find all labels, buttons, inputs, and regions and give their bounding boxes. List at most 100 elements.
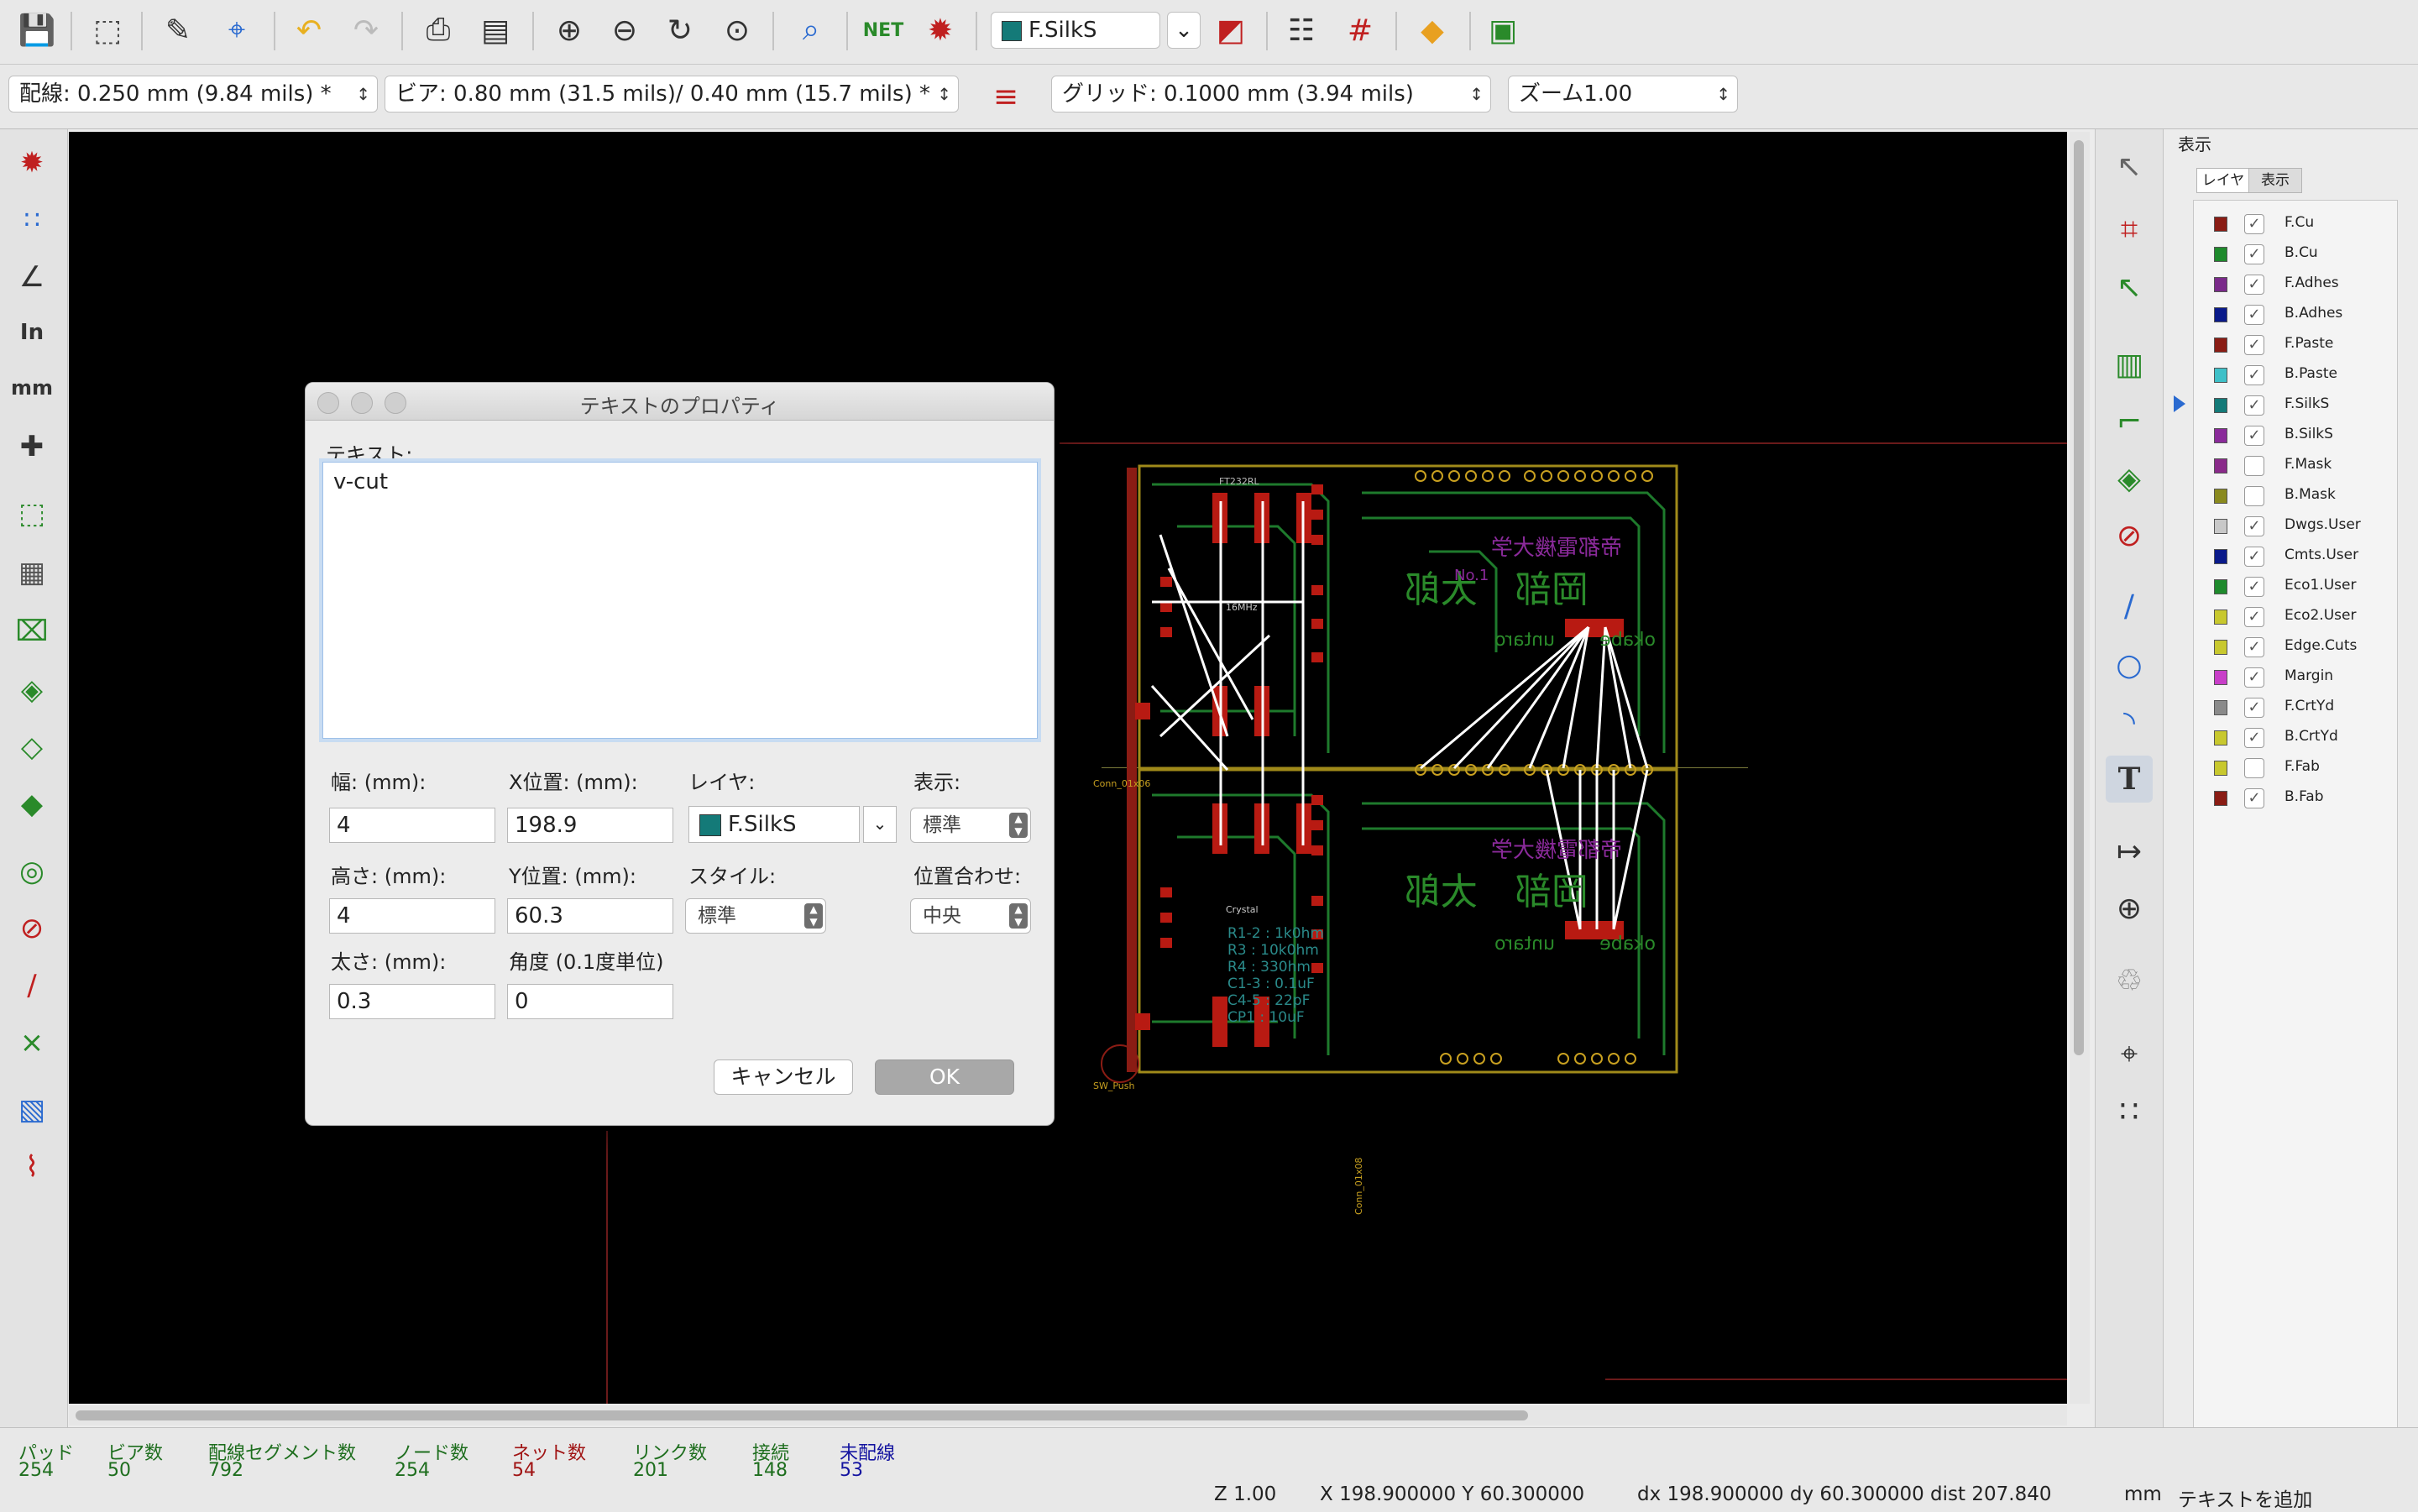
- layer-color-swatch[interactable]: [2214, 791, 2227, 806]
- polar-coords-icon[interactable]: ∠: [8, 254, 55, 301]
- layer-color-swatch[interactable]: [2214, 519, 2227, 534]
- layer-visibility-checkbox[interactable]: ✓: [2244, 426, 2264, 446]
- undo-icon[interactable]: ↶: [287, 8, 331, 52]
- track-mode-icon[interactable]: ≡: [984, 75, 1028, 118]
- add-text-icon[interactable]: T: [2106, 756, 2153, 803]
- add-footprint-icon[interactable]: ▥: [2106, 341, 2153, 388]
- scroll-thumb[interactable]: [2074, 140, 2084, 1055]
- layer-visibility-checkbox[interactable]: ✓: [2244, 728, 2264, 748]
- zone-outline-icon[interactable]: ◇: [8, 724, 55, 771]
- layer-row[interactable]: ✓ F.Paste: [2194, 330, 2395, 357]
- layer-row[interactable]: ✓ Cmts.User: [2194, 541, 2395, 568]
- layer-visibility-checkbox[interactable]: ✓: [2244, 788, 2264, 808]
- track-sketch-icon[interactable]: ∕: [8, 962, 55, 1009]
- save-icon[interactable]: 💾: [15, 8, 59, 52]
- layer-visibility-checkbox[interactable]: ✓: [2244, 365, 2264, 385]
- justify-select[interactable]: 中央 ▲ ▼: [910, 898, 1031, 934]
- page-settings-icon[interactable]: ⬚: [86, 8, 129, 52]
- pad-sketch-icon[interactable]: ◎: [8, 848, 55, 895]
- add-circle-icon[interactable]: ○: [2106, 641, 2153, 688]
- display-select[interactable]: 標準 ▲ ▼: [910, 808, 1031, 843]
- layer-dropdown-button[interactable]: ⌄: [1167, 12, 1201, 49]
- select-arrow-icon[interactable]: ↖: [2106, 143, 2153, 190]
- zone-fill-icon[interactable]: ◆: [8, 781, 55, 828]
- layer-color-swatch[interactable]: [2214, 458, 2227, 473]
- layer-visibility-checkbox[interactable]: ✓: [2244, 244, 2264, 264]
- drc-icon[interactable]: ✹: [919, 8, 962, 52]
- layer-visibility-checkbox[interactable]: [2244, 486, 2264, 506]
- delete-icon[interactable]: ♲: [2106, 957, 2153, 1004]
- text-textarea[interactable]: v-cut: [322, 462, 1038, 739]
- layer-row[interactable]: ✓ B.Cu: [2194, 239, 2395, 266]
- layer-color-swatch[interactable]: [2214, 640, 2227, 655]
- add-target-icon[interactable]: ⊕: [2106, 885, 2153, 932]
- add-arc-icon[interactable]: ◝: [2106, 698, 2153, 746]
- ratsnest-icon[interactable]: ⬚: [8, 490, 55, 537]
- add-dimension-icon[interactable]: ↦: [2106, 828, 2153, 875]
- thickness-input[interactable]: 0.3: [329, 984, 495, 1019]
- layer-color-swatch[interactable]: [2214, 247, 2227, 262]
- layer-row[interactable]: ✓ Eco2.User: [2194, 602, 2395, 629]
- route-track-icon[interactable]: ⌐: [2106, 398, 2153, 445]
- refresh-icon[interactable]: ↻: [658, 8, 702, 52]
- style-select[interactable]: 標準 ▲ ▼: [685, 898, 826, 934]
- find-icon[interactable]: ⌕: [789, 8, 833, 52]
- netlist-icon[interactable]: NET: [861, 8, 905, 52]
- tab-layers[interactable]: レイヤ: [2196, 168, 2250, 193]
- width-input[interactable]: 4: [329, 808, 495, 843]
- layer-color-swatch[interactable]: [2214, 670, 2227, 685]
- grid-dots-icon[interactable]: ∷: [8, 196, 55, 243]
- layer-row[interactable]: ✓ B.Adhes: [2194, 300, 2395, 327]
- layer-row[interactable]: ✓ B.Paste: [2194, 360, 2395, 387]
- local-ratsnest-icon[interactable]: ↖: [2106, 264, 2153, 311]
- layer-visibility-checkbox[interactable]: ✓: [2244, 547, 2264, 567]
- layer-visibility-checkbox[interactable]: ✓: [2244, 214, 2264, 234]
- plot-icon[interactable]: ▤: [474, 8, 517, 52]
- via-sketch-icon[interactable]: ⊘: [8, 905, 55, 952]
- layer-visibility-checkbox[interactable]: [2244, 758, 2264, 778]
- add-zone-icon[interactable]: ◈: [2106, 455, 2153, 502]
- highlight-net-icon[interactable]: ⌗: [2106, 207, 2153, 254]
- layer-visibility-checkbox[interactable]: ✓: [2244, 275, 2264, 295]
- y-position-input[interactable]: 60.3: [507, 898, 673, 934]
- layer-row[interactable]: ✓ B.CrtYd: [2194, 723, 2395, 750]
- layer-row[interactable]: F.Fab: [2194, 753, 2395, 780]
- cancel-button[interactable]: キャンセル: [714, 1059, 853, 1095]
- grid-origin-icon[interactable]: ∷: [2106, 1088, 2153, 1135]
- layer-pair-icon[interactable]: ◩: [1209, 8, 1253, 52]
- horizontal-scrollbar[interactable]: [69, 1405, 2067, 1426]
- layer-dropdown-button[interactable]: ⌄: [863, 806, 897, 843]
- print-icon[interactable]: ⎙: [416, 8, 460, 52]
- layer-color-swatch[interactable]: [2214, 307, 2227, 322]
- drc-off-icon[interactable]: ✹: [8, 139, 55, 186]
- drill-origin-icon[interactable]: ⌖: [2106, 1031, 2153, 1078]
- scroll-thumb[interactable]: [76, 1410, 1528, 1420]
- layer-color-swatch[interactable]: [2214, 217, 2227, 232]
- x-position-input[interactable]: 198.9: [507, 808, 673, 843]
- height-input[interactable]: 4: [329, 898, 495, 934]
- layer-visibility-checkbox[interactable]: ✓: [2244, 667, 2264, 688]
- route-icon[interactable]: ◆: [1410, 8, 1454, 52]
- layer-color-swatch[interactable]: [2214, 428, 2227, 443]
- edit-footprint-icon[interactable]: ✎: [156, 8, 200, 52]
- layer-color-swatch[interactable]: [2214, 337, 2227, 353]
- auto-place-icon[interactable]: ☷: [1280, 8, 1323, 52]
- auto-delete-track-icon[interactable]: ⌧: [8, 608, 55, 655]
- layer-row[interactable]: B.Mask: [2194, 481, 2395, 508]
- layer-color-swatch[interactable]: [2214, 368, 2227, 383]
- zoom-select[interactable]: ズーム1.00 ↕: [1508, 76, 1738, 112]
- module-ratsnest-icon[interactable]: ▦: [8, 549, 55, 596]
- layer-color-swatch[interactable]: [2214, 700, 2227, 715]
- microwave-icon[interactable]: ⌇: [8, 1143, 55, 1190]
- vertical-scrollbar[interactable]: [2070, 132, 2090, 1404]
- layer-row[interactable]: ✓ Dwgs.User: [2194, 511, 2395, 538]
- zoom-out-icon[interactable]: ⊖: [603, 8, 646, 52]
- layer-row[interactable]: ✓ F.SilkS: [2174, 390, 2395, 417]
- layer-visibility-checkbox[interactable]: ✓: [2244, 516, 2264, 536]
- inch-units-icon[interactable]: In: [8, 309, 55, 356]
- footprint-browser-icon[interactable]: ⌖: [215, 8, 259, 52]
- ok-button[interactable]: OK: [875, 1059, 1014, 1095]
- layer-color-swatch[interactable]: [2214, 730, 2227, 746]
- mm-units-icon[interactable]: mm: [8, 364, 55, 411]
- high-contrast-icon[interactable]: ⨯: [8, 1019, 55, 1066]
